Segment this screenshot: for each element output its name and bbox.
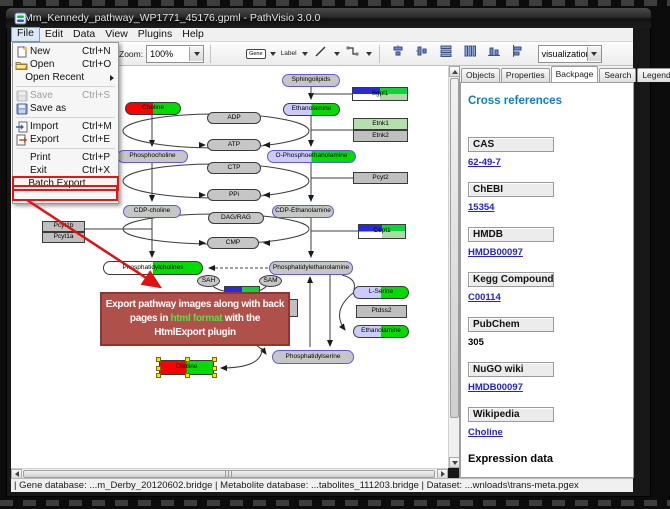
file-menu-item-save-as[interactable]: Save as	[13, 102, 118, 115]
pathway-node-sah[interactable]: SAH	[197, 275, 220, 287]
file-menu-item-open-recent[interactable]: Open Recent	[13, 71, 118, 84]
open-folder-icon	[13, 59, 30, 71]
pathway-node-phosphatidylethanolamine[interactable]: Phosphatidylethanolamine	[269, 261, 353, 275]
pathway-node-phosphatidylcholines[interactable]: Phosphatidylcholines	[103, 261, 203, 275]
batch-export-highlight-box	[12, 185, 118, 201]
selection-handle[interactable]	[156, 373, 161, 378]
menu-item-shortcut: Ctrl+M	[82, 121, 118, 132]
selection-handle[interactable]	[185, 357, 190, 362]
screenshot-stage: Mm_Kennedy_pathway_WP1771_45176.gpml - P…	[0, 0, 670, 509]
menu-separator	[16, 117, 115, 118]
pathway-node-etnk1[interactable]: Etnk1	[353, 118, 408, 130]
tab-backpage[interactable]: Backpage	[551, 66, 599, 82]
import-icon	[13, 121, 30, 133]
pathway-node-etnk2[interactable]: Etnk2	[353, 130, 408, 142]
pathway-node-phosphocholine[interactable]: Phosphocholine	[117, 150, 188, 163]
export-icon	[13, 134, 30, 146]
menu-item-label: Export	[30, 134, 82, 145]
file-menu-item-new[interactable]: NewCtrl+N	[13, 45, 118, 58]
menu-item-shortcut: Ctrl+E	[82, 134, 118, 145]
pathway-node-ptdss2[interactable]: Ptdss2	[356, 305, 407, 318]
save-disk-icon	[13, 90, 30, 102]
save-as-icon	[13, 103, 30, 115]
menu-item-shortcut: Ctrl+P	[82, 152, 118, 163]
menu-separator	[16, 148, 115, 149]
menu-item-label: Exit	[30, 165, 82, 176]
pathway-node-adp[interactable]: ADP	[207, 112, 261, 124]
selection-handle[interactable]	[156, 357, 161, 362]
pathway-node-ethanolamine[interactable]: Ethanolamine	[283, 103, 340, 116]
menu-item-shortcut: Ctrl+X	[82, 165, 118, 176]
pathway-node-sphingolipids[interactable]: Sphingolipids	[282, 74, 340, 87]
file-menu-item-save: SaveCtrl+S	[13, 89, 118, 102]
selection-handle[interactable]	[185, 373, 190, 378]
pathway-node-pcyt1a[interactable]: Pcyt1a	[42, 232, 85, 243]
pathway-node-atp[interactable]: ATP	[207, 139, 261, 151]
menu-item-label: Save as	[30, 103, 82, 114]
file-menu-item-print[interactable]: PrintCtrl+P	[13, 151, 118, 164]
menu-item-label: Import	[30, 121, 82, 132]
selection-handle[interactable]	[212, 357, 217, 362]
submenu-arrow-icon	[110, 75, 114, 81]
pathway-node-cmp[interactable]: CMP	[207, 237, 259, 249]
annotation-highlight-text: html format	[171, 313, 223, 324]
annotation-callout: Export pathway images along with back pa…	[100, 292, 290, 346]
pathway-node-l-serine[interactable]: L-Serine	[353, 286, 409, 299]
selection-handle[interactable]	[212, 373, 217, 378]
pathway-node-cept1[interactable]: Cept1	[358, 224, 406, 239]
menu-item-shortcut: Ctrl+N	[82, 46, 118, 57]
pathway-node-o-phosphoethanolamine[interactable]: O-Phosphoethanolamine	[267, 150, 356, 163]
menu-item-shortcut: Ctrl+O	[82, 59, 118, 70]
file-menu-item-open[interactable]: OpenCtrl+O	[13, 58, 118, 71]
file-menu-item-export[interactable]: ExportCtrl+E	[13, 133, 118, 146]
menu-item-label: New	[30, 46, 82, 57]
menu-item-label: Print	[30, 152, 82, 163]
file-menu-item-exit[interactable]: ExitCtrl+X	[13, 164, 118, 177]
selection-handle[interactable]	[212, 366, 217, 371]
file-menu-item-import[interactable]: ImportCtrl+M	[13, 120, 118, 133]
menu-item-label: Open Recent	[25, 72, 84, 83]
annotation-callout-text: Export pathway images along with back pa…	[104, 298, 286, 340]
pathway-node-choline[interactable]: Choline	[125, 102, 181, 115]
pathway-node-pcyt2[interactable]: Pcyt2	[353, 172, 408, 184]
menu-item-shortcut: Ctrl+S	[82, 90, 118, 101]
pathway-node-ctp[interactable]: CTP	[207, 162, 261, 174]
menu-separator	[16, 86, 115, 87]
pathway-node-pcyt1b[interactable]: Pcyt1b	[42, 221, 85, 232]
pathway-node-cdp-choline[interactable]: CDP-choline	[123, 205, 181, 218]
pathway-node-sam[interactable]: SAM	[259, 275, 282, 287]
pathway-node-phosphatidylserine[interactable]: Phosphatidylserine	[272, 350, 354, 364]
selection-handle[interactable]	[156, 366, 161, 371]
menu-item-label: Save	[30, 90, 82, 101]
pathway-node-sgpl1[interactable]: Sgpl1	[352, 87, 408, 101]
menu-item-label: Open	[30, 59, 82, 70]
pathway-node-ethanolamine[interactable]: Ethanolamine	[353, 325, 409, 338]
file-menu: NewCtrl+NOpenCtrl+OOpen RecentSaveCtrl+S…	[12, 42, 119, 204]
new-page-icon	[13, 46, 30, 58]
pathway-node-ppi[interactable]: PPi	[207, 189, 261, 201]
pathway-node-cdp-ethanolamine[interactable]: CDP-Ethanolamine	[272, 205, 334, 218]
pathway-node-dag-rag[interactable]: DAG/RAG	[208, 212, 264, 224]
